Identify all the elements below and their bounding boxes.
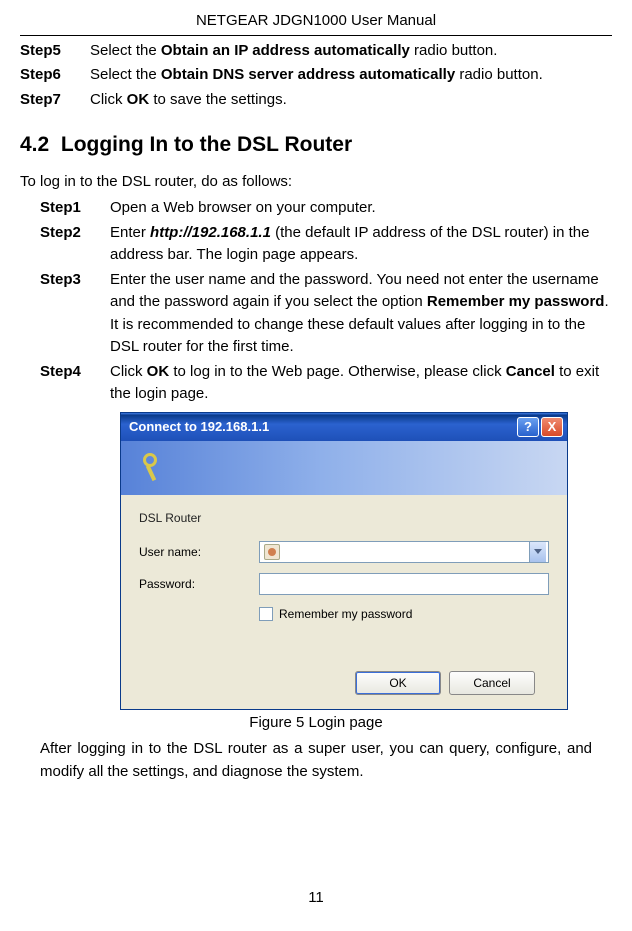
- step6-text: Select the Obtain DNS server address aut…: [90, 64, 612, 87]
- step1-row: Step1 Open a Web browser on your compute…: [40, 197, 612, 220]
- step7-text: Click OK to save the settings.: [90, 89, 612, 112]
- cancel-button[interactable]: Cancel: [449, 671, 535, 695]
- login-dialog: Connect to 192.168.1.1 ? X DSL Router Us…: [120, 412, 568, 710]
- step3-text: Enter the user name and the password. Yo…: [110, 269, 612, 359]
- step3-bold: Remember my password: [427, 293, 605, 310]
- step5-pre: Select the: [90, 42, 161, 59]
- step7-label: Step7: [20, 89, 90, 112]
- step4-t2: to log in to the Web page. Otherwise, pl…: [169, 363, 506, 380]
- step4-text: Click OK to log in to the Web page. Othe…: [110, 361, 612, 406]
- after-text: After logging in to the DSL router as a …: [40, 738, 592, 783]
- section-title: Logging In to the DSL Router: [61, 133, 352, 156]
- step1-label: Step1: [40, 197, 110, 220]
- section-number: 4.2: [20, 133, 49, 156]
- close-button[interactable]: X: [541, 417, 563, 437]
- step7-post: to save the settings.: [149, 91, 287, 108]
- step3-row: Step3 Enter the user name and the passwo…: [40, 269, 612, 359]
- dialog-titlebar: Connect to 192.168.1.1 ? X: [121, 413, 567, 441]
- section-heading: 4.2 Logging In to the DSL Router: [20, 129, 612, 161]
- password-label: Password:: [139, 575, 259, 593]
- dropdown-icon[interactable]: [529, 542, 546, 562]
- figure-caption: Figure 5 Login page: [20, 712, 612, 735]
- step7-pre: Click: [90, 91, 127, 108]
- step5-label: Step5: [20, 40, 90, 63]
- username-label: User name:: [139, 543, 259, 561]
- step3-label: Step3: [40, 269, 110, 359]
- step2-url: http://192.168.1.1: [150, 224, 271, 241]
- step5-bold: Obtain an IP address automatically: [161, 42, 410, 59]
- step2-row: Step2 Enter http://192.168.1.1 (the defa…: [40, 222, 612, 267]
- username-row: User name:: [139, 541, 549, 563]
- step2-pre: Enter: [110, 224, 150, 241]
- dialog-body: DSL Router User name: Password: Remember…: [121, 441, 567, 709]
- remember-checkbox[interactable]: [259, 607, 273, 621]
- step4-b1: OK: [147, 363, 170, 380]
- dialog-subtitle: DSL Router: [139, 509, 549, 527]
- step7-row: Step7 Click OK to save the settings.: [20, 89, 612, 112]
- step6-post: radio button.: [455, 66, 543, 83]
- page-number: 11: [20, 887, 612, 910]
- step2-label: Step2: [40, 222, 110, 267]
- username-field[interactable]: [259, 541, 549, 563]
- password-row: Password:: [139, 573, 549, 595]
- user-icon: [264, 544, 280, 560]
- ok-button[interactable]: OK: [355, 671, 441, 695]
- step4-t1: Click: [110, 363, 147, 380]
- step4-label: Step4: [40, 361, 110, 406]
- keys-icon: [133, 451, 167, 485]
- step4-row: Step4 Click OK to log in to the Web page…: [40, 361, 612, 406]
- page-header: NETGEAR JDGN1000 User Manual: [20, 10, 612, 36]
- step1-text: Open a Web browser on your computer.: [110, 197, 612, 220]
- step4-b2: Cancel: [506, 363, 555, 380]
- button-row: OK Cancel: [139, 671, 549, 695]
- help-button[interactable]: ?: [517, 417, 539, 437]
- step6-label: Step6: [20, 64, 90, 87]
- remember-row[interactable]: Remember my password: [259, 605, 549, 623]
- step5-row: Step5 Select the Obtain an IP address au…: [20, 40, 612, 63]
- step6-pre: Select the: [90, 66, 161, 83]
- password-field[interactable]: [259, 573, 549, 595]
- step6-row: Step6 Select the Obtain DNS server addre…: [20, 64, 612, 87]
- step5-post: radio button.: [410, 42, 498, 59]
- form-area: DSL Router User name: Password: Remember…: [121, 495, 567, 695]
- step5-text: Select the Obtain an IP address automati…: [90, 40, 612, 63]
- step7-bold: OK: [127, 91, 150, 108]
- step2-text: Enter http://192.168.1.1 (the default IP…: [110, 222, 612, 267]
- dialog-banner: [121, 441, 567, 495]
- step6-bold: Obtain DNS server address automatically: [161, 66, 455, 83]
- intro-text: To log in to the DSL router, do as follo…: [20, 171, 612, 194]
- dialog-title: Connect to 192.168.1.1: [129, 417, 515, 437]
- remember-label: Remember my password: [279, 605, 412, 623]
